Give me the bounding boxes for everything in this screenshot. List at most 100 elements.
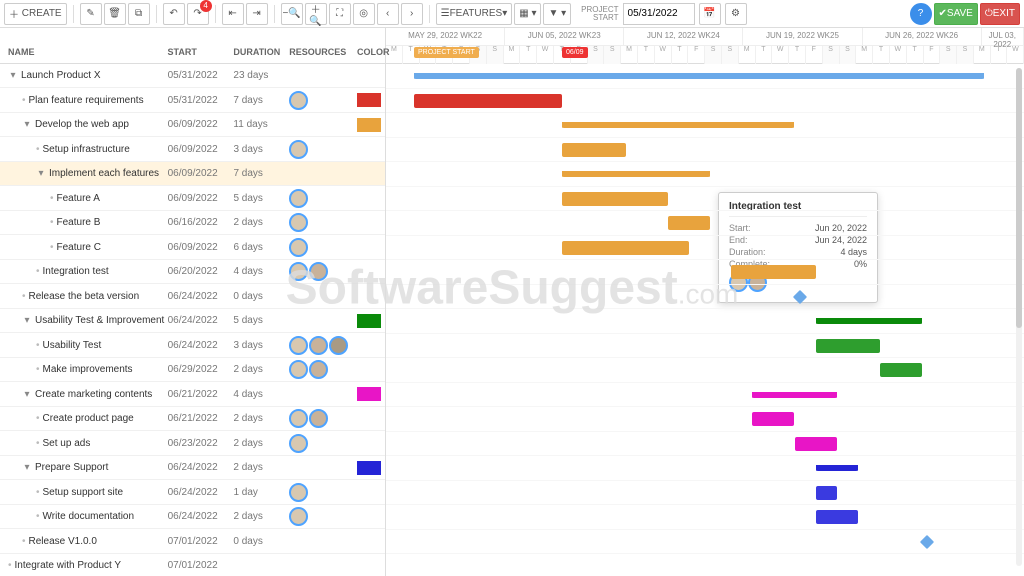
table-row[interactable]: ▾ Implement each features 06/09/2022 7 d… [0,162,385,187]
table-row[interactable]: • Usability Test 06/24/2022 3 days [0,333,385,358]
summary-bar[interactable] [562,122,794,128]
table-row[interactable]: • Plan feature requirements 05/31/2022 7… [0,88,385,113]
delete-button[interactable]: 🗑 [104,3,126,25]
scrollbar-thumb[interactable] [1016,68,1022,328]
copy-button[interactable]: ⧉ [128,3,150,25]
col-resources[interactable]: RESOURCES [289,47,357,57]
task-bar[interactable] [562,192,668,206]
chevron-down-icon[interactable]: ▾ [22,315,32,326]
col-start[interactable]: START [168,47,234,57]
table-row[interactable]: • Set up ads 06/23/2022 2 days [0,431,385,456]
col-color[interactable]: COLOR [357,47,385,57]
gantt-row[interactable] [386,383,1024,408]
table-row[interactable]: ▾ Launch Product X 05/31/2022 23 days [0,64,385,89]
summary-bar[interactable] [414,73,984,79]
gantt-row[interactable] [386,162,1024,187]
vertical-scrollbar[interactable] [1016,68,1022,566]
gantt-row[interactable] [386,334,1024,359]
chevron-down-icon[interactable]: ▾ [8,70,18,81]
summary-bar[interactable] [816,318,922,324]
gantt-row[interactable] [386,456,1024,481]
table-row[interactable]: • Write documentation 06/24/2022 2 days [0,505,385,530]
features-dropdown[interactable]: ☰ FEATURES ▾ [436,3,513,25]
col-duration[interactable]: DURATION [233,47,289,57]
grid-dropdown[interactable]: ▦ ▾ [514,3,541,25]
calendar-button[interactable]: 📅 [699,3,721,25]
chevron-down-icon[interactable]: ▾ [22,119,32,130]
task-bar[interactable] [731,265,816,279]
edit-button[interactable]: ✎ [80,3,102,25]
summary-bar[interactable] [562,171,710,177]
filter-dropdown[interactable]: ▼ ▾ [543,3,571,25]
summary-bar[interactable] [752,392,837,398]
prev-button[interactable]: ‹ [377,3,399,25]
exit-button[interactable]: ⏻ EXIT [980,3,1020,25]
table-row[interactable]: • Setup infrastructure 06/09/2022 3 days [0,137,385,162]
gantt-row[interactable] [386,530,1024,555]
task-bar[interactable] [562,241,689,255]
task-bar[interactable] [816,486,837,500]
next-button[interactable]: › [401,3,423,25]
chevron-down-icon[interactable]: ▾ [36,168,46,179]
task-bar[interactable] [816,339,880,353]
gantt-row[interactable] [386,554,1024,576]
gantt-row[interactable] [386,187,1024,212]
task-bar[interactable] [752,412,794,426]
settings-button[interactable]: ⚙ [725,3,747,25]
indent-button[interactable]: ⇥ [246,3,268,25]
summary-bar[interactable] [816,465,858,471]
table-row[interactable]: • Release the beta version 06/24/2022 0 … [0,284,385,309]
task-bar[interactable] [668,216,710,230]
table-row[interactable]: • Integrate with Product Y 07/01/2022 [0,554,385,576]
table-row[interactable]: • Integration test 06/20/2022 4 days [0,260,385,285]
zoom-in-button[interactable]: ＋🔍 [305,3,327,25]
gantt-row[interactable] [386,138,1024,163]
task-name: Integration test [43,266,109,277]
table-row[interactable]: ▾ Create marketing contents 06/21/2022 4… [0,382,385,407]
col-name[interactable]: NAME [0,47,168,57]
table-row[interactable]: ▾ Usability Test & Improvement 06/24/202… [0,309,385,334]
redo-button[interactable]: ↷ [187,3,209,25]
table-row[interactable]: • Feature A 06/09/2022 5 days [0,186,385,211]
table-row[interactable]: • Feature C 06/09/2022 6 days [0,235,385,260]
undo-button[interactable]: ↶ [163,3,185,25]
gantt-row[interactable] [386,236,1024,261]
help-button[interactable]: ? [910,3,932,25]
task-bar[interactable] [795,437,837,451]
target-button[interactable]: ◎ [353,3,375,25]
zoom-out-button[interactable]: −🔍 [281,3,303,25]
gantt-row[interactable] [386,358,1024,383]
table-row[interactable]: • Release V1.0.0 07/01/2022 0 days [0,529,385,554]
gantt-row[interactable] [386,309,1024,334]
gantt-row[interactable] [386,432,1024,457]
gantt-row[interactable] [386,260,1024,285]
task-bar[interactable] [880,363,922,377]
chevron-down-icon[interactable]: ▾ [22,389,32,400]
gantt-row[interactable] [386,89,1024,114]
task-bar[interactable] [562,143,626,157]
table-row[interactable]: • Setup support site 06/24/2022 1 day [0,480,385,505]
task-bar[interactable] [414,94,562,108]
table-row[interactable]: ▾ Develop the web app 06/09/2022 11 days [0,113,385,138]
gantt-row[interactable] [386,211,1024,236]
avatar [289,409,308,428]
table-row[interactable]: • Make improvements 06/29/2022 2 days [0,358,385,383]
task-bar[interactable] [816,510,858,524]
table-row[interactable]: ▾ Prepare Support 06/24/2022 2 days [0,456,385,481]
gantt-row[interactable] [386,505,1024,530]
gantt-row[interactable] [386,64,1024,89]
outdent-button[interactable]: ⇤ [222,3,244,25]
gantt-chart[interactable]: Integration test Start:Jun 20, 2022 End:… [386,64,1024,576]
task-name: Feature C [57,242,101,253]
chevron-down-icon[interactable]: ▾ [22,462,32,473]
save-button[interactable]: ✔ SAVE [934,3,978,25]
date-input[interactable] [623,3,695,25]
gantt-row[interactable] [386,407,1024,432]
gantt-row[interactable] [386,481,1024,506]
gantt-row[interactable] [386,113,1024,138]
table-row[interactable]: • Feature B 06/16/2022 2 days [0,211,385,236]
fit-button[interactable]: ⛶ [329,3,351,25]
gantt-row[interactable] [386,285,1024,310]
table-row[interactable]: • Create product page 06/21/2022 2 days [0,407,385,432]
create-button[interactable]: ＋ CREATE [4,3,67,25]
